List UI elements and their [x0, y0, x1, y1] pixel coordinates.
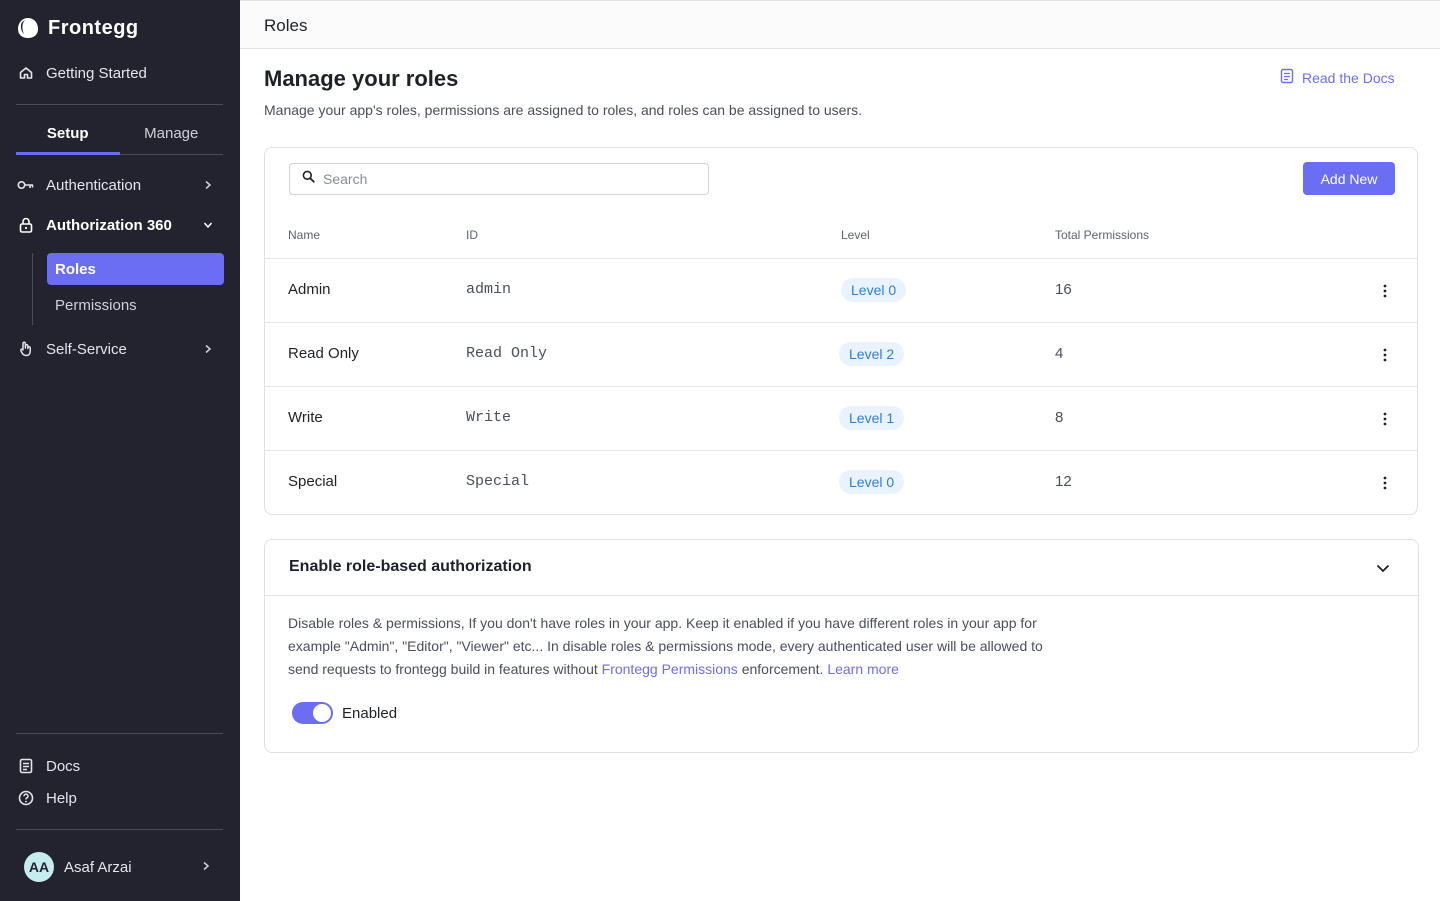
sidebar-tabs: Setup Manage	[16, 112, 223, 155]
search-field[interactable]	[289, 163, 709, 195]
roles-table-card: Add New Name ID Level Total Permissions …	[264, 147, 1418, 515]
help-circle-icon	[16, 788, 36, 808]
column-header-id: ID	[466, 228, 478, 242]
lock-icon	[16, 215, 36, 235]
more-options-icon[interactable]	[1377, 409, 1393, 429]
sidebar-item-label: Authorization 360	[46, 216, 172, 234]
sidebar: Frontegg Getting Started Setup Manage Au…	[0, 0, 240, 901]
role-permissions-count: 8	[1055, 409, 1064, 426]
user-menu[interactable]: AA Asaf Arzai	[24, 852, 223, 882]
rbac-description: Disable roles & permissions, If you don'…	[288, 612, 1058, 681]
sidebar-item-help[interactable]: Help	[16, 788, 77, 808]
add-new-button[interactable]: Add New	[1303, 162, 1395, 195]
key-icon	[16, 175, 36, 195]
column-header-level: Level	[841, 228, 870, 242]
page-title: Manage your roles	[264, 66, 459, 91]
hand-icon	[16, 339, 36, 359]
more-options-icon[interactable]	[1377, 281, 1393, 301]
sidebar-subitem-roles[interactable]: Roles	[47, 253, 224, 285]
chevron-down-icon	[202, 216, 214, 234]
sidebar-item-authentication[interactable]: Authentication	[16, 175, 223, 195]
top-bar: Roles	[240, 0, 1440, 49]
sidebar-item-label: Help	[46, 789, 77, 807]
tab-manage[interactable]: Manage	[120, 112, 224, 154]
rbac-enabled-toggle[interactable]	[292, 702, 333, 724]
page-breadcrumb-title: Roles	[264, 16, 308, 35]
role-permissions-count: 4	[1055, 345, 1064, 362]
search-icon	[302, 170, 315, 188]
sidebar-item-getting-started[interactable]: Getting Started	[16, 63, 147, 83]
sidebar-item-label: Authentication	[46, 176, 142, 194]
column-header-name: Name	[288, 228, 321, 242]
role-name: Write	[288, 409, 323, 426]
level-badge: Level 1	[839, 406, 905, 430]
role-id: Read Only	[466, 345, 548, 362]
chevron-right-icon	[202, 340, 214, 358]
search-input[interactable]	[323, 171, 683, 187]
page-description: Manage your app's roles, permissions are…	[264, 102, 863, 118]
role-id: Special	[466, 473, 530, 490]
rbac-description-text: enforcement.	[737, 661, 828, 677]
level-badge: Level 0	[839, 470, 905, 494]
sidebar-item-self-service[interactable]: Self-Service	[16, 339, 223, 359]
role-id: admin	[466, 281, 512, 298]
chevron-down-icon[interactable]	[1373, 558, 1393, 578]
toggle-label: Enabled	[342, 704, 398, 722]
document-icon	[16, 756, 36, 776]
frontegg-permissions-link[interactable]: Frontegg Permissions	[602, 661, 738, 677]
read-docs-link[interactable]: Read the Docs	[1280, 68, 1395, 87]
document-icon	[1280, 68, 1294, 87]
table-row[interactable]: Admin admin Level 0 16	[265, 258, 1417, 322]
sidebar-divider	[16, 829, 223, 830]
sidebar-divider	[16, 104, 223, 105]
sidebar-divider	[16, 733, 223, 734]
rbac-toggle-row: Enabled	[292, 702, 397, 724]
rbac-title: Enable role-based authorization	[289, 558, 532, 575]
rbac-settings-card: Enable role-based authorization Disable …	[264, 539, 1419, 753]
user-name: Asaf Arzai	[64, 858, 132, 876]
app-logo[interactable]: Frontegg	[16, 16, 139, 40]
role-name: Special	[288, 473, 338, 490]
level-badge: Level 0	[841, 278, 907, 302]
sidebar-item-label: Docs	[46, 757, 81, 775]
frontegg-logo-icon	[18, 18, 38, 38]
role-permissions-count: 12	[1055, 473, 1072, 490]
home-icon	[16, 63, 36, 83]
sidebar-item-authorization-360[interactable]: Authorization 360	[16, 215, 223, 235]
read-docs-label: Read the Docs	[1302, 69, 1395, 86]
sidebar-item-docs[interactable]: Docs	[16, 756, 80, 776]
chevron-right-icon	[202, 858, 210, 876]
role-name: Admin	[288, 281, 331, 298]
sidebar-item-label: Self-Service	[46, 340, 127, 358]
role-permissions-count: 16	[1055, 281, 1072, 298]
column-header-total-permissions: Total Permissions	[1055, 228, 1150, 242]
subnav-guide-line	[32, 253, 33, 325]
table-row[interactable]: Special Special Level 0 12	[265, 450, 1417, 514]
sidebar-item-label: Getting Started	[46, 64, 147, 82]
more-options-icon[interactable]	[1377, 473, 1393, 493]
role-name: Read Only	[288, 345, 359, 362]
sidebar-subitem-permissions[interactable]: Permissions	[47, 289, 224, 321]
role-id: Write	[466, 409, 512, 426]
table-row[interactable]: Write Write Level 1 8	[265, 386, 1417, 450]
avatar: AA	[24, 852, 54, 882]
tab-setup[interactable]: Setup	[16, 112, 120, 155]
level-badge: Level 2	[839, 342, 905, 366]
more-options-icon[interactable]	[1377, 345, 1393, 365]
table-row[interactable]: Read Only Read Only Level 2 4	[265, 322, 1417, 386]
app-name: Frontegg	[48, 16, 139, 39]
toggle-knob	[313, 704, 331, 722]
rbac-accordion-header[interactable]: Enable role-based authorization	[265, 540, 1418, 596]
learn-more-link[interactable]: Learn more	[827, 661, 899, 677]
chevron-right-icon	[202, 176, 214, 194]
